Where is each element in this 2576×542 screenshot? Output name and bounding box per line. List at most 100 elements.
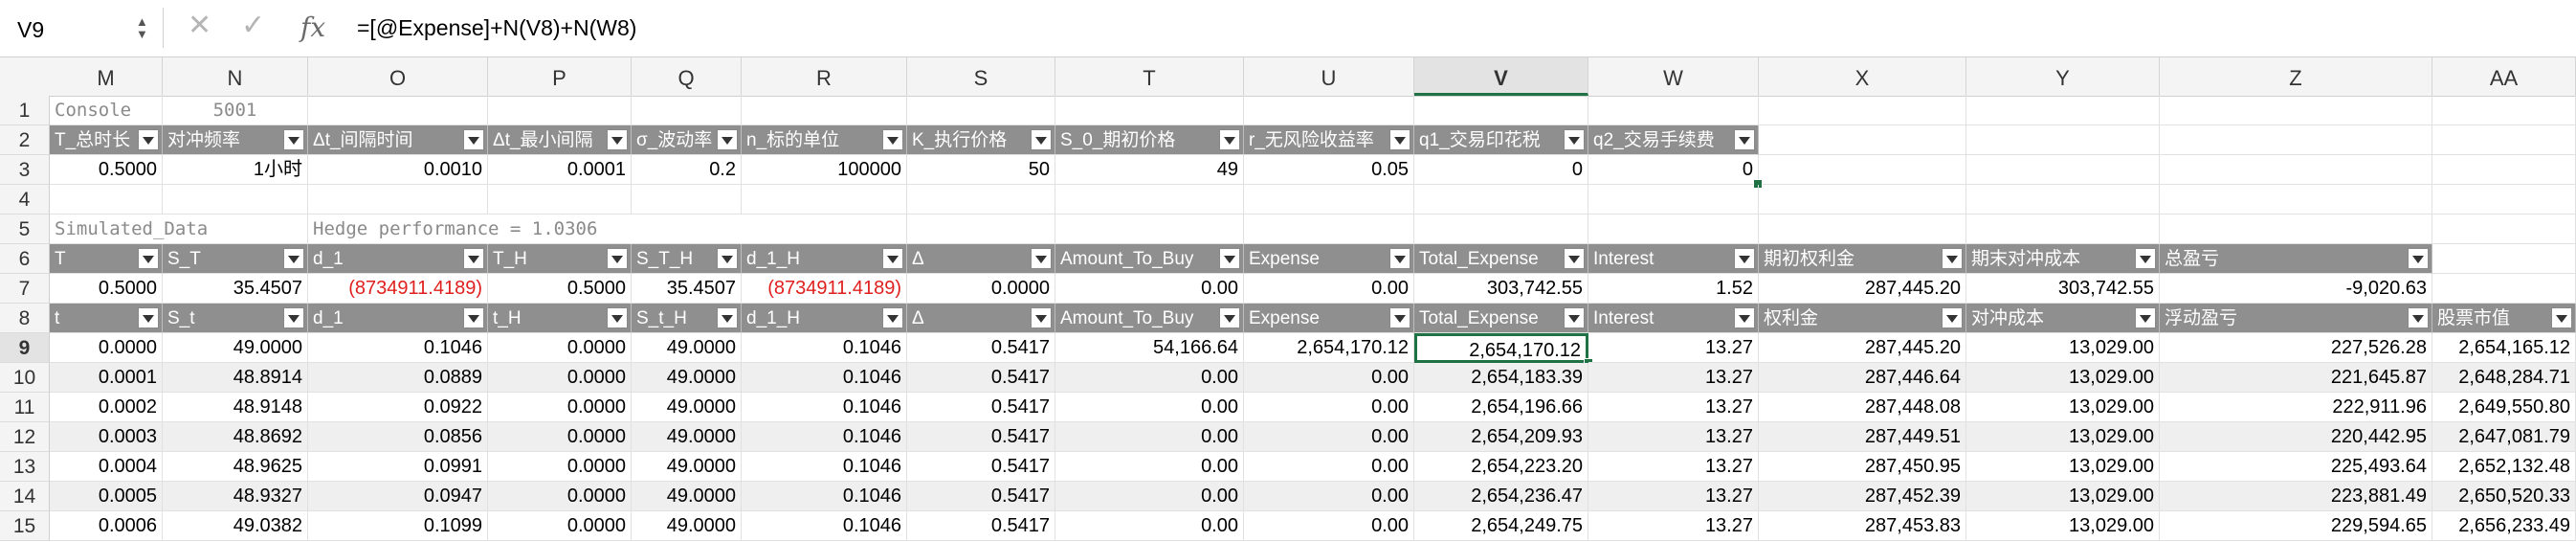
filter-dropdown-icon[interactable] bbox=[607, 307, 628, 328]
data-cell[interactable]: 13,029.00 bbox=[1966, 363, 2160, 393]
hedge-performance-label[interactable]: Hedge performance = 1.0306 bbox=[308, 215, 907, 244]
param-value-cell[interactable]: 0 bbox=[1588, 155, 1759, 185]
confirm-formula-icon[interactable]: ✓ bbox=[241, 11, 265, 40]
data-cell[interactable]: 0.00 bbox=[1244, 393, 1414, 422]
cell[interactable] bbox=[488, 185, 632, 215]
column-header-p[interactable]: P bbox=[488, 57, 632, 96]
data-cell[interactable]: 227,526.28 bbox=[2160, 333, 2432, 363]
cell[interactable] bbox=[1414, 215, 1588, 244]
data-cell[interactable]: 49.0000 bbox=[632, 422, 742, 452]
filter-dropdown-icon[interactable] bbox=[463, 307, 484, 328]
filter-dropdown-icon[interactable] bbox=[882, 307, 903, 328]
table-header-cell[interactable]: T_H bbox=[488, 244, 632, 274]
cell[interactable] bbox=[1588, 215, 1759, 244]
cell[interactable] bbox=[1244, 215, 1414, 244]
filter-dropdown-icon[interactable] bbox=[1564, 129, 1585, 150]
cell[interactable] bbox=[50, 185, 163, 215]
data-cell[interactable]: 0.5417 bbox=[907, 482, 1055, 511]
param-value-cell[interactable]: 100000 bbox=[742, 155, 907, 185]
column-header-n[interactable]: N bbox=[163, 57, 308, 96]
data-cell[interactable]: 0.00 bbox=[1244, 511, 1414, 541]
data-cell[interactable]: 0.0004 bbox=[50, 452, 163, 482]
cell[interactable] bbox=[1966, 185, 2160, 215]
cell[interactable] bbox=[907, 96, 1055, 125]
cell[interactable] bbox=[1588, 185, 1759, 215]
filter-dropdown-icon[interactable] bbox=[1219, 307, 1240, 328]
summary-value-cell[interactable]: -9,020.63 bbox=[2160, 274, 2432, 304]
cell[interactable] bbox=[1588, 96, 1759, 125]
param-value-cell[interactable]: 49 bbox=[1055, 155, 1244, 185]
table-header-cell[interactable]: Δ bbox=[907, 304, 1055, 333]
summary-value-cell[interactable]: 0.0000 bbox=[907, 274, 1055, 304]
column-header-t[interactable]: T bbox=[1055, 57, 1244, 96]
param-value-cell[interactable]: 1小时 bbox=[163, 155, 308, 185]
cell[interactable] bbox=[2160, 215, 2432, 244]
table-header-cell[interactable]: S_T_H bbox=[632, 244, 742, 274]
row-header-3[interactable]: 3 bbox=[0, 155, 50, 185]
filter-dropdown-icon[interactable] bbox=[717, 307, 738, 328]
data-cell[interactable]: 0.1046 bbox=[742, 422, 907, 452]
data-cell[interactable]: 13.27 bbox=[1588, 511, 1759, 541]
table-header-cell[interactable]: n_标的单位 bbox=[742, 125, 907, 155]
cell[interactable] bbox=[2160, 96, 2432, 125]
row-header-4[interactable]: 4 bbox=[0, 185, 50, 215]
cell[interactable] bbox=[1759, 155, 1966, 185]
table-header-cell[interactable]: 期初权利金 bbox=[1759, 244, 1966, 274]
table-header-cell[interactable]: q1_交易印花税 bbox=[1414, 125, 1588, 155]
data-cell[interactable]: 0.5417 bbox=[907, 333, 1055, 363]
table-header-cell[interactable]: S_T bbox=[163, 244, 308, 274]
cell[interactable] bbox=[2160, 185, 2432, 215]
column-header-y[interactable]: Y bbox=[1966, 57, 2160, 96]
table-header-cell[interactable]: d_1_H bbox=[742, 304, 907, 333]
cell[interactable] bbox=[1966, 215, 2160, 244]
data-cell[interactable]: 49.0382 bbox=[163, 511, 308, 541]
data-cell[interactable]: 0.00 bbox=[1244, 482, 1414, 511]
data-cell[interactable]: 0.0000 bbox=[488, 422, 632, 452]
cell[interactable] bbox=[2432, 155, 2576, 185]
data-cell[interactable]: 0.0000 bbox=[50, 333, 163, 363]
cell[interactable] bbox=[632, 185, 742, 215]
cell[interactable] bbox=[1055, 96, 1244, 125]
summary-value-cell[interactable]: 0.5000 bbox=[50, 274, 163, 304]
param-value-cell[interactable]: 50 bbox=[907, 155, 1055, 185]
table-header-cell[interactable]: Δt_最小间隔 bbox=[488, 125, 632, 155]
row-header-1[interactable]: 1 bbox=[0, 96, 50, 125]
filter-dropdown-icon[interactable] bbox=[717, 129, 738, 150]
data-cell[interactable]: 48.9148 bbox=[163, 393, 308, 422]
cell[interactable] bbox=[907, 185, 1055, 215]
data-cell[interactable]: 13.27 bbox=[1588, 452, 1759, 482]
cell[interactable] bbox=[163, 185, 308, 215]
filter-dropdown-icon[interactable] bbox=[882, 248, 903, 269]
table-header-cell[interactable]: Interest bbox=[1588, 304, 1759, 333]
summary-value-cell[interactable]: 0.00 bbox=[1244, 274, 1414, 304]
table-header-cell[interactable]: Expense bbox=[1244, 304, 1414, 333]
data-cell[interactable]: 2,648,284.71 bbox=[2432, 363, 2576, 393]
table-header-cell[interactable]: 对冲频率 bbox=[163, 125, 308, 155]
data-cell[interactable]: 13,029.00 bbox=[1966, 393, 2160, 422]
data-cell[interactable]: 0.00 bbox=[1244, 422, 1414, 452]
data-cell[interactable]: 0.0000 bbox=[488, 393, 632, 422]
filter-dropdown-icon[interactable] bbox=[1942, 307, 1963, 328]
data-cell[interactable]: 0.00 bbox=[1055, 422, 1244, 452]
cell[interactable] bbox=[1414, 185, 1588, 215]
table-header-cell[interactable]: Δ bbox=[907, 244, 1055, 274]
data-cell[interactable]: 13,029.00 bbox=[1966, 422, 2160, 452]
filter-dropdown-icon[interactable] bbox=[717, 248, 738, 269]
cell[interactable] bbox=[308, 185, 488, 215]
column-header-r[interactable]: R bbox=[742, 57, 907, 96]
console-label-cell[interactable]: Console bbox=[50, 96, 163, 125]
selected-cell[interactable]: 2,654,170.12 bbox=[1414, 333, 1588, 363]
filter-dropdown-icon[interactable] bbox=[138, 248, 159, 269]
data-cell[interactable]: 13.27 bbox=[1588, 393, 1759, 422]
param-value-cell[interactable]: 0.0001 bbox=[488, 155, 632, 185]
cancel-formula-icon[interactable]: ✕ bbox=[188, 11, 211, 40]
data-cell[interactable]: 48.9625 bbox=[163, 452, 308, 482]
data-cell[interactable]: 0.00 bbox=[1244, 363, 1414, 393]
filter-dropdown-icon[interactable] bbox=[1564, 248, 1585, 269]
data-cell[interactable]: 13,029.00 bbox=[1966, 452, 2160, 482]
data-cell[interactable]: 222,911.96 bbox=[2160, 393, 2432, 422]
data-cell[interactable]: 0.5417 bbox=[907, 452, 1055, 482]
filter-dropdown-icon[interactable] bbox=[1942, 248, 1963, 269]
filter-dropdown-icon[interactable] bbox=[1031, 248, 1052, 269]
data-cell[interactable]: 0.0922 bbox=[308, 393, 488, 422]
